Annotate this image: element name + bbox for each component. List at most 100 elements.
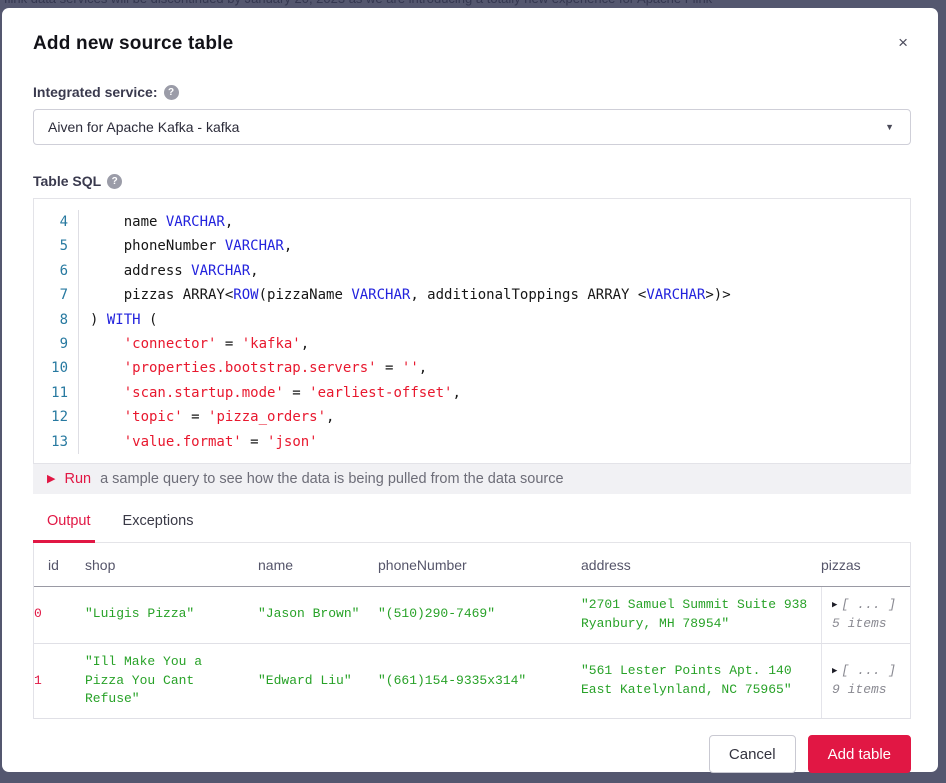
sql-string: 'properties.bootstrap.servers' (124, 360, 377, 376)
tab-output[interactable]: Output (33, 505, 109, 542)
code-line: 11 'scan.startup.mode' = 'earliest-offse… (34, 381, 910, 405)
sql-plain: address (90, 263, 191, 279)
sql-plain: = (216, 336, 241, 352)
pizzas-item-count: 5 items (832, 615, 900, 634)
code-line: 9 'connector' = 'kafka', (34, 332, 910, 356)
table-row: 1"Ill Make You a Pizza You Cant Refuse""… (34, 644, 910, 720)
sql-keyword: VARCHAR (225, 238, 284, 254)
line-number: 13 (34, 430, 68, 454)
code-line: 12 'topic' = 'pizza_orders', (34, 405, 910, 429)
run-play-icon[interactable]: ▶ (47, 474, 55, 485)
help-icon[interactable]: ? (107, 174, 122, 189)
integrated-service-value: Aiven for Apache Kafka - kafka (48, 119, 239, 135)
tab-exceptions[interactable]: Exceptions (109, 505, 212, 542)
sql-string: 'pizza_orders' (208, 409, 326, 425)
sql-keyword: VARCHAR (351, 287, 410, 303)
cell-id: 1 (34, 663, 85, 700)
code-line-text: pizzas ARRAY<ROW(pizzaName VARCHAR, addi… (78, 283, 731, 307)
integrated-service-select[interactable]: Aiven for Apache Kafka - kafka ▼ (33, 109, 911, 145)
expand-icon[interactable]: ▶ (832, 599, 837, 612)
code-line-text: 'topic' = 'pizza_orders', (78, 405, 334, 429)
table-row: 0"Luigis Pizza""Jason Brown""(510)290-74… (34, 587, 910, 644)
integrated-service-label-row: Integrated service: ? (33, 84, 911, 100)
cell-shop: "Ill Make You a Pizza You Cant Refuse" (85, 644, 258, 719)
cell-phone-number: "(661)154-9335x314" (378, 663, 581, 700)
code-line-text: 'scan.startup.mode' = 'earliest-offset', (78, 381, 461, 405)
background-clipped-text: flink data services will be discontinued… (4, 0, 712, 6)
sql-plain (90, 360, 124, 376)
table-sql-label-row: Table SQL ? (33, 173, 911, 189)
sql-plain: ( (141, 312, 158, 328)
sql-string: 'value.format' (124, 434, 242, 450)
sql-plain: , (225, 214, 233, 230)
sql-keyword: WITH (107, 312, 141, 328)
line-number: 6 (34, 259, 68, 283)
line-number: 8 (34, 308, 68, 332)
table-sql-label: Table SQL (33, 173, 101, 189)
column-header-address: address (581, 543, 821, 586)
pizzas-preview: [ ... ] (841, 596, 896, 615)
integrated-service-label: Integrated service: (33, 84, 158, 100)
column-header-phoneNumber: phoneNumber (378, 543, 581, 586)
code-line: 6 address VARCHAR, (34, 259, 910, 283)
cell-name: "Edward Liu" (258, 663, 378, 700)
sql-plain: , (284, 238, 292, 254)
chevron-down-icon: ▼ (885, 122, 894, 132)
run-description: a sample query to see how the data is be… (100, 471, 563, 487)
sql-plain (90, 409, 124, 425)
sql-string: 'connector' (124, 336, 217, 352)
modal-footer: Cancel Add table (33, 735, 911, 773)
results-table: idshopnamephoneNumberaddresspizzas 0"Lui… (33, 543, 911, 719)
cell-pizzas: ▶ [ ... ]5 items (821, 587, 910, 643)
sql-plain: = (242, 434, 267, 450)
help-icon[interactable]: ? (164, 85, 179, 100)
line-number: 4 (34, 210, 68, 234)
sql-plain (90, 336, 124, 352)
code-line-text: address VARCHAR, (78, 259, 259, 283)
column-header-shop: shop (85, 543, 258, 586)
sql-plain: = (284, 385, 309, 401)
pizzas-preview-row: ▶ [ ... ] (832, 596, 900, 615)
code-line-text: ) WITH ( (78, 308, 157, 332)
sql-plain (90, 434, 124, 450)
sql-plain: , (326, 409, 334, 425)
column-header-pizzas: pizzas (821, 543, 910, 586)
sql-plain: , (250, 263, 258, 279)
sql-plain: ) (90, 312, 107, 328)
expand-icon[interactable]: ▶ (832, 665, 837, 678)
sql-plain: phoneNumber (90, 238, 225, 254)
add-table-button[interactable]: Add table (808, 735, 911, 773)
code-line: 10 'properties.bootstrap.servers' = '', (34, 356, 910, 380)
run-link[interactable]: Run (64, 471, 91, 487)
sql-string: 'scan.startup.mode' (124, 385, 284, 401)
code-line-text: 'connector' = 'kafka', (78, 332, 309, 356)
sql-keyword: ROW (233, 287, 258, 303)
modal-header: Add new source table × (33, 33, 911, 55)
pizzas-preview-row: ▶[ ... ] (832, 662, 900, 681)
sql-keyword: VARCHAR (646, 287, 705, 303)
line-number: 5 (34, 234, 68, 258)
sql-plain: = (377, 360, 402, 376)
code-line-text: phoneNumber VARCHAR, (78, 234, 292, 258)
cell-phone-number: "(510)290-7469" (378, 596, 581, 633)
pizzas-item-count: 9 items (832, 681, 900, 700)
code-line-text: name VARCHAR, (78, 210, 233, 234)
results-tabs: OutputExceptions (33, 505, 911, 543)
sql-editor[interactable]: 4 name VARCHAR,5 phoneNumber VARCHAR,6 a… (33, 198, 911, 464)
cancel-button[interactable]: Cancel (709, 735, 796, 773)
cell-address: "2701 Samuel Summit Suite 938 Ryanbury, … (581, 587, 821, 643)
sql-plain: (pizzaName (259, 287, 352, 303)
run-bar: ▶ Run a sample query to see how the data… (33, 464, 911, 494)
add-source-table-modal: Add new source table × Integrated servic… (2, 8, 938, 772)
code-line: 13 'value.format' = 'json' (34, 430, 910, 454)
sql-plain: , (301, 336, 309, 352)
results-table-body: 0"Luigis Pizza""Jason Brown""(510)290-74… (34, 587, 910, 719)
code-line-text: 'value.format' = 'json' (78, 430, 318, 454)
close-icon[interactable]: × (898, 34, 908, 51)
sql-plain: , (419, 360, 427, 376)
sql-plain (90, 385, 124, 401)
dimmed-page-background: flink data services will be discontinued… (0, 0, 946, 8)
sql-string: 'topic' (124, 409, 183, 425)
modal-title: Add new source table (33, 33, 911, 55)
sql-string: 'json' (267, 434, 318, 450)
